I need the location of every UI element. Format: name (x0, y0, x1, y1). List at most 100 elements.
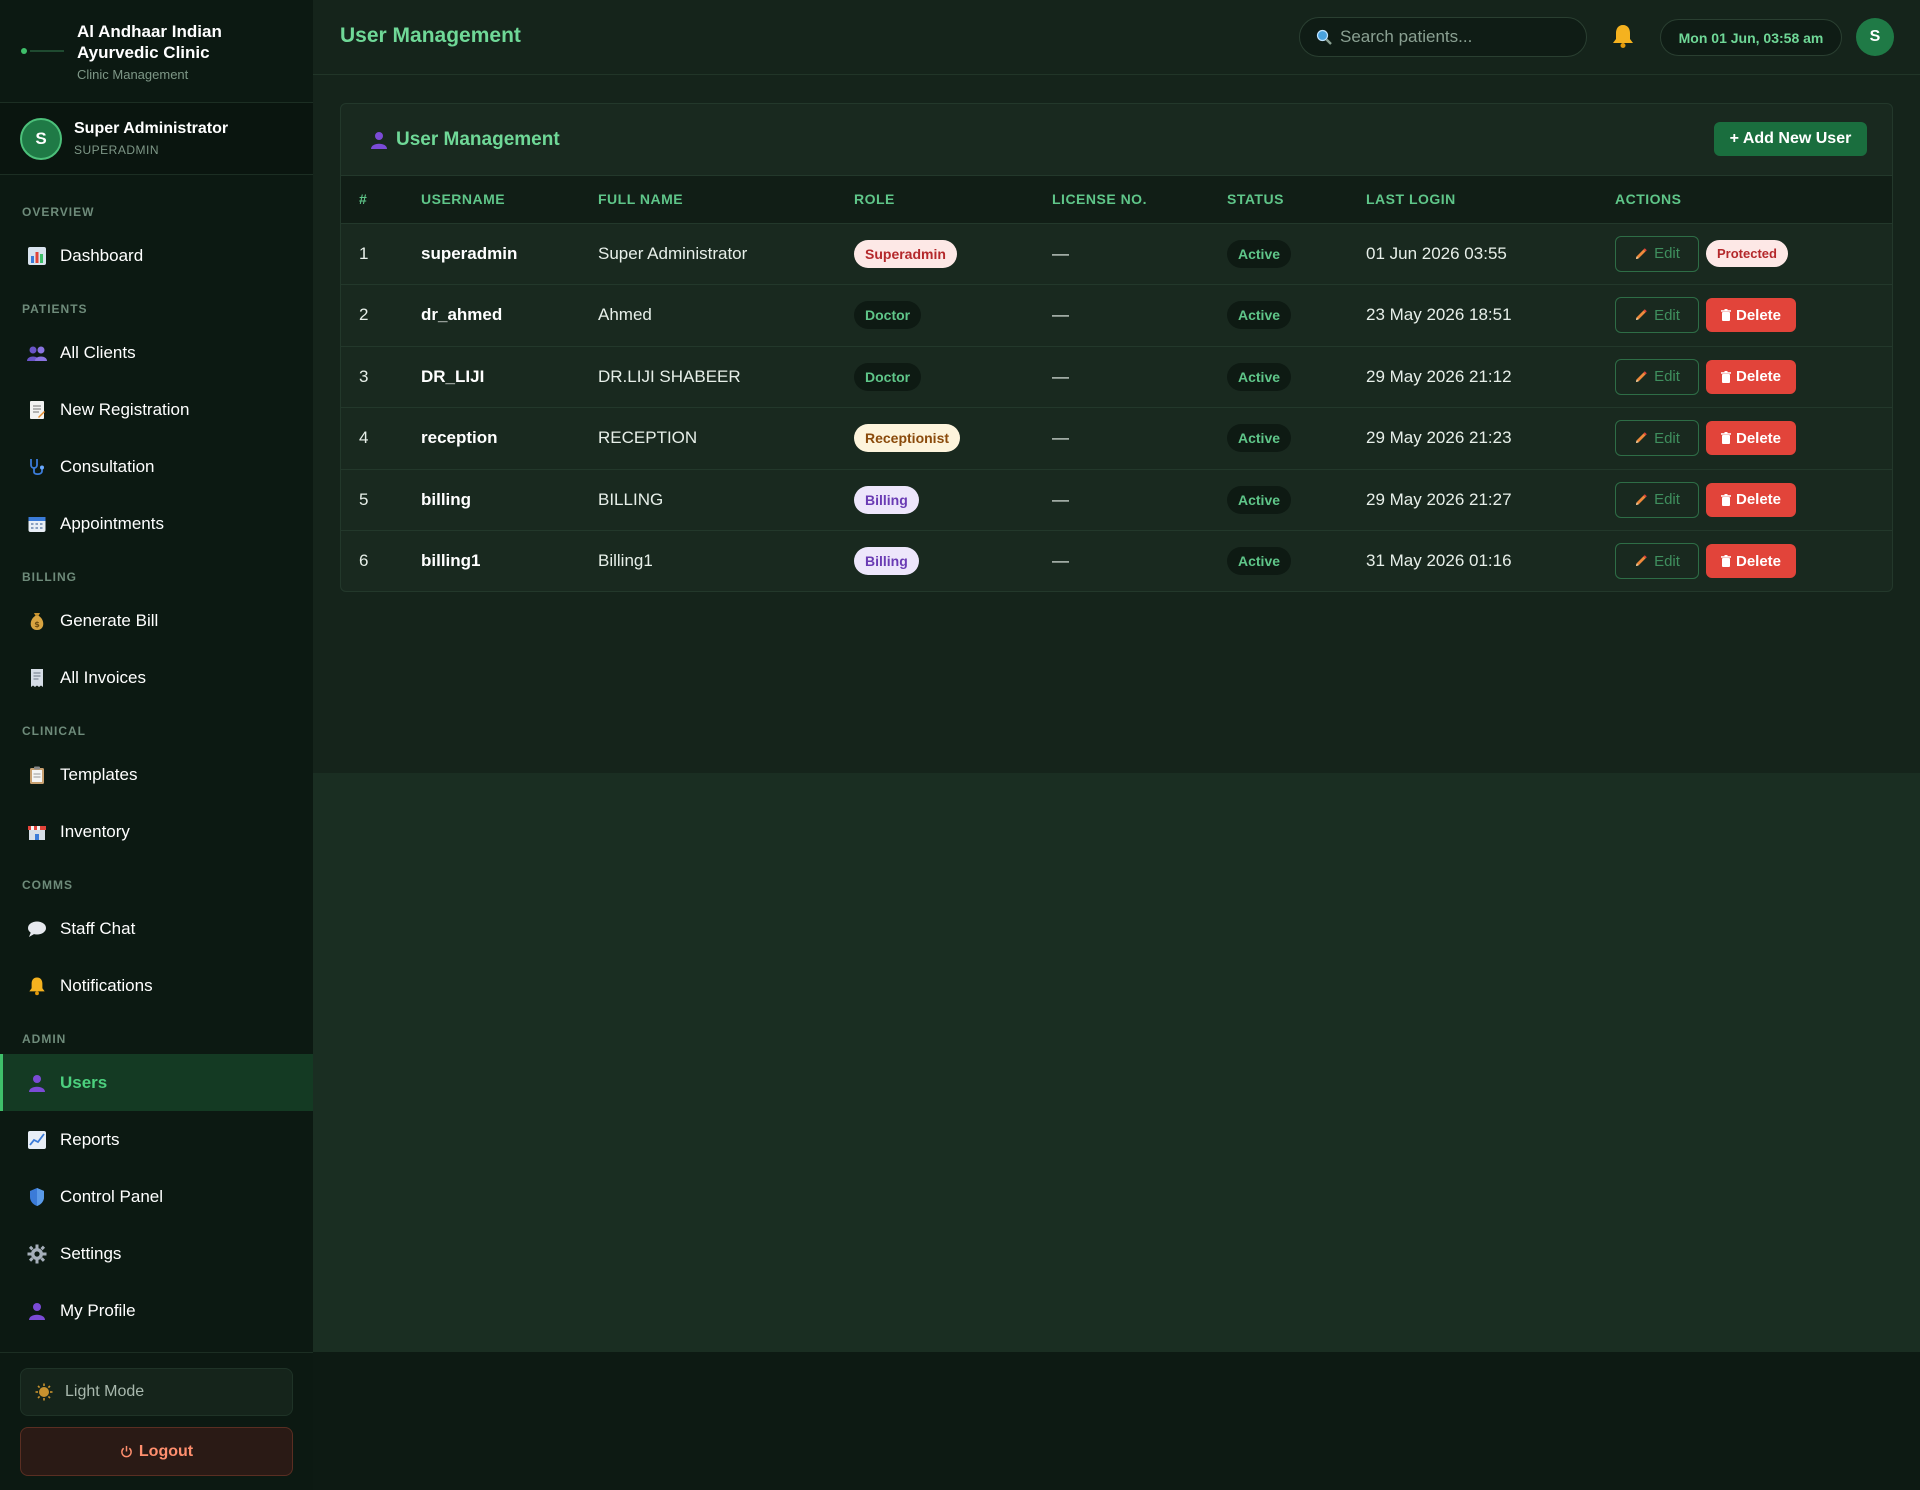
role-cell: Billing (836, 469, 1034, 531)
last-login-cell: 01 Jun 2026 03:55 (1366, 243, 1507, 263)
actions-cell: Edit Delete (1597, 285, 1892, 347)
delete-label: Delete (1735, 306, 1782, 324)
avatar[interactable]: S (1856, 18, 1894, 56)
light-mode-label: Light Mode (65, 1383, 145, 1400)
sidebar-item-inventory[interactable]: Inventory (0, 803, 313, 860)
sidebar-item-label: All Invoices (60, 667, 146, 687)
brand[interactable]: Al Andhaar Indian Ayurvedic Clinic Clini… (0, 0, 313, 103)
add-new-user-button[interactable]: + Add New User (1714, 122, 1867, 156)
sidebar-item-dashboard[interactable]: Dashboard (0, 227, 313, 284)
status-badge: Active (1227, 485, 1292, 514)
license-cell: — (1052, 428, 1069, 448)
delete-label: Delete (1735, 368, 1782, 386)
sidebar-item-label: Notifications (60, 975, 153, 995)
sidebar-item-control-panel[interactable]: Control Panel (0, 1168, 313, 1225)
delete-user-button[interactable]: Delete (1706, 359, 1796, 394)
receipt-icon (26, 667, 48, 689)
table-row: 1 superadmin Super Administrator Superadmin… (341, 223, 1892, 285)
edit-user-button[interactable]: Edit (1615, 481, 1699, 518)
last-login-cell: 29 May 2026 21:12 (1366, 366, 1512, 386)
sidebar-item-staff-chat[interactable]: Staff Chat (0, 900, 313, 957)
license-cell: — (1052, 489, 1069, 509)
sidebar-item-appointments[interactable]: Appointments (0, 495, 313, 552)
delete-user-button[interactable]: Delete (1706, 482, 1796, 517)
actions-cell: Edit Delete (1597, 531, 1892, 592)
edit-user-button[interactable]: Edit (1615, 420, 1699, 457)
card-title: User Management (369, 129, 560, 151)
delete-user-button[interactable]: Delete (1706, 298, 1796, 333)
sidebar-item-label: Consultation (60, 456, 155, 476)
edit-label: Edit (1654, 368, 1680, 386)
search-box[interactable] (1299, 17, 1587, 57)
user-icon (26, 1300, 48, 1322)
username-cell: superadmin (421, 243, 518, 263)
brand-subtitle: Clinic Management (77, 66, 189, 82)
logout-label: Logout (138, 1442, 194, 1460)
user-name: Super Administrator (74, 120, 229, 137)
sidebar-item-notifications[interactable]: Notifications (0, 957, 313, 1014)
pencil-icon (1634, 370, 1648, 384)
last-login-cell: 29 May 2026 21:23 (1366, 428, 1512, 448)
search-input[interactable] (1340, 27, 1570, 47)
sidebar-item-reports[interactable]: Reports (0, 1111, 313, 1168)
sidebar-footer: Light Mode Logout (0, 1352, 313, 1490)
protected-badge: Protected (1706, 240, 1788, 268)
top-bar: User Management Mon 01 Jun, 03:58 am S (313, 0, 1920, 75)
role-badge: Billing (854, 547, 919, 576)
logout-button[interactable]: Logout (20, 1427, 293, 1476)
sidebar-item-my-profile[interactable]: My Profile (0, 1282, 313, 1339)
sidebar-item-label: New Registration (60, 399, 190, 419)
sidebar-item-all-invoices[interactable]: All Invoices (0, 649, 313, 706)
edit-user-button[interactable]: Edit (1615, 235, 1699, 272)
sidebar-item-label: All Clients (60, 342, 136, 362)
full-name-cell: BILLING (598, 489, 664, 509)
username-cell: DR_LIJI (421, 366, 485, 386)
main-content: User Management + Add New User # USERNAM… (313, 75, 1920, 773)
sidebar-item-label: Settings (60, 1243, 122, 1263)
edit-user-button[interactable]: Edit (1615, 297, 1699, 334)
role-cell: Superadmin (836, 223, 1034, 285)
sidebar-item-generate-bill[interactable]: $ Generate Bill (0, 592, 313, 649)
last-login-cell: 29 May 2026 21:27 (1366, 489, 1512, 509)
sidebar-item-users[interactable]: Users (0, 1054, 313, 1111)
sidebar-item-label: Control Panel (60, 1186, 164, 1206)
edit-label: Edit (1654, 245, 1680, 263)
sidebar-item-all-clients[interactable]: All Clients (0, 324, 313, 381)
sidebar-item-templates[interactable]: Templates (0, 746, 313, 803)
nav-section-comms: COMMS (22, 878, 73, 892)
sidebar-item-settings[interactable]: Settings (0, 1225, 313, 1282)
status-badge: Active (1227, 362, 1292, 391)
sidebar-item-label: My Profile (60, 1300, 136, 1320)
sidebar-item-new-registration[interactable]: New Registration (0, 381, 313, 438)
delete-label: Delete (1735, 429, 1782, 447)
user-role: SUPERADMIN (74, 143, 160, 157)
status-cell: Active (1209, 531, 1348, 592)
full-name-cell: Billing1 (598, 551, 653, 571)
role-badge: Superadmin (854, 239, 957, 268)
brand-name-line1: Al Andhaar Indian (77, 21, 222, 41)
user-icon (26, 1072, 48, 1094)
edit-label: Edit (1654, 491, 1680, 509)
table-header-row: # USERNAME FULL NAME ROLE LICENSE NO. ST… (341, 176, 1892, 224)
sidebar-item-consultation[interactable]: Consultation (0, 438, 313, 495)
full-name-cell: Super Administrator (598, 243, 748, 263)
trash-icon (1720, 309, 1731, 322)
edit-user-button[interactable]: Edit (1615, 358, 1699, 395)
search-icon (1316, 29, 1332, 45)
status-badge: Active (1227, 547, 1292, 576)
brand-name-line2: Ayurvedic Clinic (77, 42, 210, 62)
column-header-full-name: FULL NAME (580, 176, 836, 224)
role-badge: Billing (854, 485, 919, 514)
notifications-bell-icon[interactable] (1609, 22, 1637, 50)
shield-icon (26, 1186, 48, 1208)
delete-user-button[interactable]: Delete (1706, 544, 1796, 579)
status-badge: Active (1227, 239, 1292, 268)
row-number: 3 (359, 366, 369, 386)
delete-user-button[interactable]: Delete (1706, 421, 1796, 456)
table-row: 2 dr_ahmed Ahmed Doctor — Active 23 May 2026 1… (341, 285, 1892, 347)
role-badge: Doctor (854, 301, 922, 330)
edit-user-button[interactable]: Edit (1615, 543, 1699, 580)
stethoscope-icon (26, 456, 48, 478)
actions-cell: Edit Delete (1597, 469, 1892, 531)
light-mode-button[interactable]: Light Mode (20, 1368, 293, 1416)
